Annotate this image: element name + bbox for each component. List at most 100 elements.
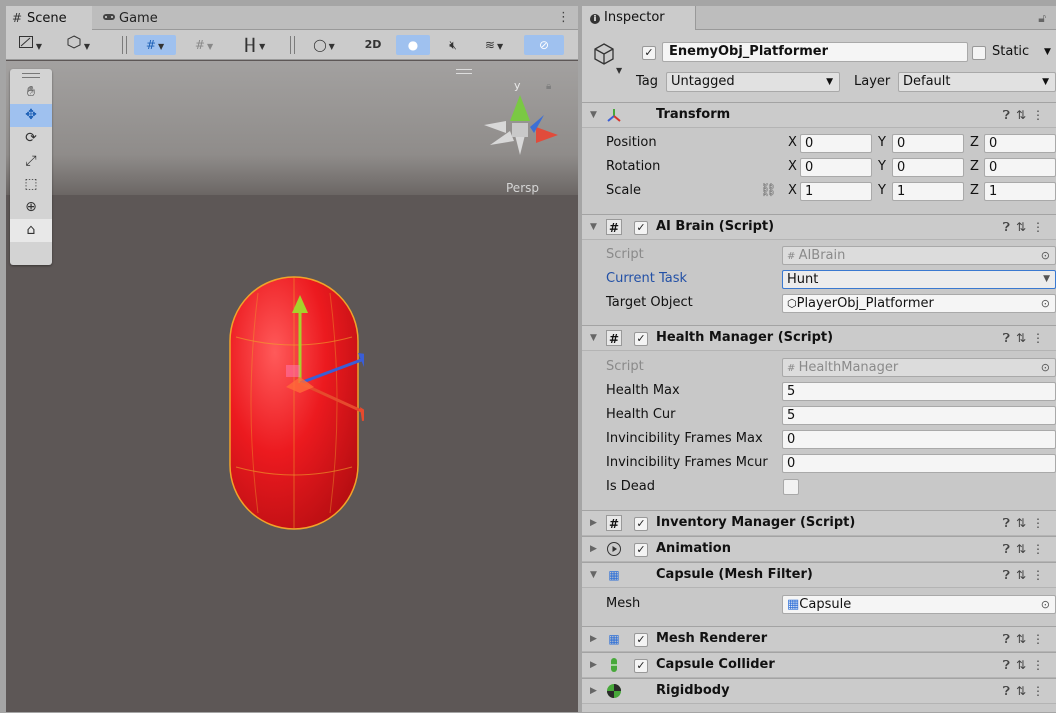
animation-header[interactable]: ▶ ✓ Animation ❓︎⇅⋮ — [582, 536, 1056, 562]
position-z-field[interactable]: 0 — [984, 134, 1056, 153]
scale-z-field[interactable]: 1 — [984, 182, 1056, 201]
kebab-menu-icon[interactable]: ⋮ — [1032, 220, 1050, 234]
draw-mode-button[interactable]: ▼ — [10, 35, 50, 55]
y-axis-label[interactable]: Y — [878, 131, 886, 155]
inventory-enabled-checkbox[interactable]: ✓ — [634, 516, 648, 531]
presets-icon[interactable]: ⇅ — [1016, 108, 1032, 122]
grid-snap-button[interactable]: # ▼ — [134, 35, 176, 55]
y-axis-label[interactable]: Y — [878, 155, 886, 179]
capsule-collider-enabled-checkbox[interactable]: ✓ — [634, 658, 648, 673]
kebab-menu-icon[interactable]: ⋮ — [1032, 568, 1050, 582]
transform-tool-icon[interactable]: ⊕ — [10, 196, 52, 219]
custom-tool-icon[interactable]: ⌂ — [10, 219, 52, 242]
component-actions[interactable]: ❓︎⇅⋮ — [1003, 326, 1050, 350]
health-cur-field[interactable]: 5 — [782, 406, 1056, 425]
component-actions[interactable]: ❓︎⇅⋮ — [1003, 563, 1050, 587]
active-checkbox[interactable]: ✓ — [642, 45, 656, 60]
help-icon[interactable]: ❓︎ — [1003, 658, 1016, 672]
inspector-lock-icon[interactable]: 🔓︎ — [1038, 6, 1046, 30]
help-icon[interactable]: ❓︎ — [1003, 516, 1016, 530]
rect-tool-icon[interactable]: ⬚ — [10, 173, 52, 196]
fold-right-icon[interactable]: ▶ — [590, 537, 597, 561]
mesh-renderer-enabled-checkbox[interactable]: ✓ — [634, 632, 648, 647]
scene-visibility-button[interactable]: ⊘ — [524, 35, 564, 55]
rotate-tool-icon[interactable]: ⟳ — [10, 127, 52, 150]
help-icon[interactable]: ❓︎ — [1003, 220, 1016, 234]
fold-right-icon[interactable]: ▶ — [590, 679, 597, 703]
health-manager-header[interactable]: ▼ # ✓ Health Manager (Script) ❓︎⇅⋮ — [582, 325, 1056, 351]
help-icon[interactable]: ❓︎ — [1003, 331, 1016, 345]
increment-snap-button[interactable]: # ▼ — [182, 35, 226, 55]
presets-icon[interactable]: ⇅ — [1016, 516, 1032, 530]
persp-label[interactable]: Persp — [506, 181, 539, 195]
presets-icon[interactable]: ⇅ — [1016, 658, 1032, 672]
enemy-capsule[interactable] — [224, 273, 364, 533]
is-dead-checkbox[interactable] — [783, 479, 799, 495]
draw-settings-button[interactable]: ▼ — [56, 35, 100, 55]
object-picker-icon[interactable]: ⊙ — [1041, 596, 1050, 613]
component-actions[interactable]: ❓︎⇅⋮ — [1003, 627, 1050, 651]
hand-tool-icon[interactable]: ✋︎ — [10, 81, 52, 104]
inventory-manager-header[interactable]: ▶ # ✓ Inventory Manager (Script) ❓︎⇅⋮ — [582, 510, 1056, 536]
rotation-y-field[interactable]: 0 — [892, 158, 964, 177]
x-axis-label[interactable]: X — [788, 155, 797, 179]
mesh-filter-header[interactable]: ▼ ▦ Capsule (Mesh Filter) ❓︎⇅⋮ — [582, 562, 1056, 588]
help-icon[interactable]: ❓︎ — [1003, 542, 1016, 556]
lighting-toggle-button[interactable]: ● — [396, 35, 430, 55]
presets-icon[interactable]: ⇅ — [1016, 220, 1032, 234]
x-axis-label[interactable]: X — [788, 179, 797, 203]
audio-toggle-button[interactable]: 🔇︎ — [436, 35, 470, 55]
component-actions[interactable]: ❓︎⇅⋮ — [1003, 653, 1050, 677]
kebab-menu-icon[interactable]: ⋮ — [1032, 684, 1050, 698]
ruler-button[interactable]: ┠┨ ▼ — [232, 35, 276, 55]
palette-grip[interactable] — [10, 69, 52, 81]
mesh-field[interactable]: ▦Capsule ⊙ — [782, 595, 1056, 614]
rigidbody-header[interactable]: ▶ Rigidbody ❓︎⇅⋮ — [582, 678, 1056, 704]
icon-dropdown-icon[interactable]: ▼ — [616, 66, 622, 75]
kebab-menu-icon[interactable]: ⋮ — [557, 6, 570, 30]
kebab-menu-icon[interactable]: ⋮ — [1032, 542, 1050, 556]
effects-button[interactable]: ≋ ▼ — [472, 35, 516, 55]
tab-game[interactable]: Game — [98, 6, 178, 30]
y-axis-label[interactable]: Y — [878, 179, 886, 203]
animation-enabled-checkbox[interactable]: ✓ — [634, 542, 648, 557]
position-y-field[interactable]: 0 — [892, 134, 964, 153]
kebab-menu-icon[interactable]: ⋮ — [1032, 632, 1050, 646]
transform-header[interactable]: ▼ Transform ❓︎⇅⋮ — [582, 102, 1056, 128]
kebab-menu-icon[interactable]: ⋮ — [1032, 108, 1050, 122]
object-name-field[interactable]: EnemyObj_Platformer — [662, 42, 968, 62]
scene-viewport[interactable]: ✋︎ ✥ ⟳ ⤢ ⬚ ⊕ ⌂ 🔒︎ y Persp — [6, 61, 578, 712]
x-axis-label[interactable]: X — [788, 131, 797, 155]
help-icon[interactable]: ❓︎ — [1003, 684, 1016, 698]
component-actions[interactable]: ❓︎⇅⋮ — [1003, 511, 1050, 535]
z-axis-label[interactable]: Z — [970, 155, 979, 179]
kebab-menu-icon[interactable]: ⋮ — [1032, 516, 1050, 530]
layer-dropdown[interactable]: Default ▼ — [898, 72, 1056, 92]
move-tool-icon[interactable]: ✥ — [10, 104, 52, 127]
help-icon[interactable]: ❓︎ — [1003, 568, 1016, 582]
target-object-field[interactable]: ⬡PlayerObj_Platformer ⊙ — [782, 294, 1056, 313]
static-checkbox[interactable] — [972, 45, 986, 60]
inv-max-field[interactable]: 0 — [782, 430, 1056, 449]
presets-icon[interactable]: ⇅ — [1016, 331, 1032, 345]
ai-brain-enabled-checkbox[interactable]: ✓ — [634, 220, 648, 235]
inv-mcur-field[interactable]: 0 — [782, 454, 1056, 473]
z-axis-label[interactable]: Z — [970, 179, 979, 203]
tag-dropdown[interactable]: Untagged ▼ — [666, 72, 840, 92]
scale-tool-icon[interactable]: ⤢ — [10, 150, 52, 173]
tab-inspector[interactable]: i Inspector — [582, 6, 696, 30]
fold-down-icon[interactable]: ▼ — [590, 103, 597, 127]
component-actions[interactable]: ❓︎⇅⋮ — [1003, 215, 1050, 239]
fold-down-icon[interactable]: ▼ — [590, 326, 597, 350]
constrain-link-icon[interactable]: ⛓︎ — [760, 179, 777, 203]
health-manager-enabled-checkbox[interactable]: ✓ — [634, 331, 648, 346]
fold-right-icon[interactable]: ▶ — [590, 511, 597, 535]
tab-scene[interactable]: # Scene — [6, 6, 92, 30]
kebab-menu-icon[interactable]: ⋮ — [1032, 658, 1050, 672]
scale-x-field[interactable]: 1 — [800, 182, 872, 201]
component-actions[interactable]: ❓︎⇅⋮ — [1003, 679, 1050, 703]
fold-right-icon[interactable]: ▶ — [590, 653, 597, 677]
kebab-menu-icon[interactable]: ⋮ — [1032, 331, 1050, 345]
rotation-x-field[interactable]: 0 — [800, 158, 872, 177]
static-dropdown-icon[interactable]: ▼ — [1044, 42, 1051, 62]
